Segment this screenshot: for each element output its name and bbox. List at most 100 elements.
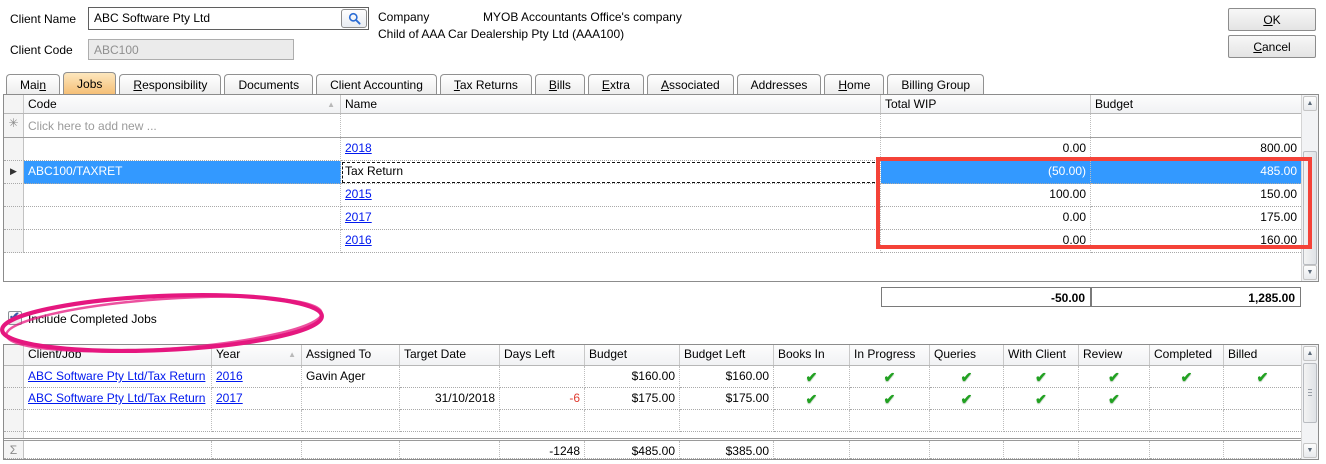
tab-tax-returns[interactable]: Tax Returns (440, 74, 532, 94)
column-header-billed[interactable]: Billed (1224, 345, 1301, 365)
add-new-row[interactable]: ✳ Click here to add new ... (4, 114, 1301, 138)
job-year-link[interactable]: 2015 (345, 187, 372, 201)
client-code-value: ABC100 (94, 43, 139, 57)
scrollbar-thumb[interactable] (1303, 151, 1317, 265)
check-icon: ✔ (1181, 369, 1193, 385)
cancel-button[interactable]: Cancel (1228, 35, 1316, 58)
job-year-link[interactable]: 2017 (345, 210, 372, 224)
checkbox-check-icon: ✔ (9, 309, 20, 325)
tab-client-accounting[interactable]: Client Accounting (316, 74, 437, 94)
scrollbar-thumb[interactable] (1303, 363, 1317, 423)
tab-addresses[interactable]: Addresses (737, 74, 822, 94)
scroll-down-icon[interactable]: ▼ (1303, 265, 1317, 280)
scroll-down-icon[interactable]: ▼ (1303, 443, 1317, 458)
column-header-days-left[interactable]: Days Left (500, 345, 585, 365)
client-name-input[interactable]: ABC Software Pty Ltd (88, 7, 369, 30)
sort-asc-icon: ▲ (288, 350, 296, 359)
thumb-grip (1308, 389, 1312, 397)
column-header-assigned-to[interactable]: Assigned To (302, 345, 400, 365)
client-code-input: ABC100 (88, 39, 294, 60)
company-value: MYOB Accountants Office's company (483, 10, 682, 24)
check-icon: ✔ (806, 391, 818, 407)
tab-jobs[interactable]: Jobs (63, 72, 116, 94)
column-header-books-in[interactable]: Books In (774, 345, 850, 365)
check-icon: ✔ (1035, 391, 1047, 407)
jobs-grid-header: Code▲ Name Total WIP Budget (4, 95, 1301, 114)
check-icon: ✔ (961, 391, 973, 407)
column-header-queries[interactable]: Queries (930, 345, 1004, 365)
check-icon: ✔ (1035, 369, 1047, 385)
new-row-icon: ✳ (4, 114, 24, 137)
budget-total: $485.00 (585, 441, 680, 459)
column-header-in-progress[interactable]: In Progress (850, 345, 930, 365)
check-icon: ✔ (1257, 369, 1269, 385)
column-header-name[interactable]: Name (341, 95, 881, 113)
tab-extra[interactable]: Extra (588, 74, 644, 94)
job-year-link[interactable]: 2016 (345, 233, 372, 247)
tab-responsibility[interactable]: Responsibility (119, 74, 221, 94)
status-grid: Client/Job Year▲ Assigned To Target Date… (3, 344, 1319, 460)
column-header-code[interactable]: Code▲ (24, 95, 341, 113)
table-row[interactable]: 2017 0.00 175.00 (4, 207, 1301, 230)
search-icon (348, 12, 361, 25)
focused-cell[interactable]: Tax Return (341, 161, 881, 184)
table-row[interactable]: 2018 0.00 800.00 (4, 138, 1301, 161)
include-completed-label[interactable]: Include Completed Jobs (28, 312, 157, 326)
tab-documents[interactable]: Documents (224, 74, 313, 94)
tab-bills[interactable]: Bills (535, 74, 585, 94)
status-grid-header: Client/Job Year▲ Assigned To Target Date… (4, 345, 1301, 366)
column-header-with-client[interactable]: With Client (1004, 345, 1079, 365)
column-header-budget-left[interactable]: Budget Left (680, 345, 774, 365)
column-header-completed[interactable]: Completed (1150, 345, 1224, 365)
year-link[interactable]: 2016 (216, 369, 243, 383)
check-icon: ✔ (1108, 369, 1120, 385)
column-header-budget[interactable]: Budget (1091, 95, 1301, 113)
client-name-value: ABC Software Pty Ltd (94, 11, 210, 25)
search-button[interactable] (341, 9, 367, 28)
table-row[interactable]: 2015 100.00 150.00 (4, 184, 1301, 207)
client-window: Client Name ABC Software Pty Ltd Client … (0, 0, 1326, 464)
client-job-link[interactable]: ABC Software Pty Ltd/Tax Return (28, 391, 205, 405)
include-completed-checkbox[interactable]: ✔ (8, 311, 22, 325)
scroll-up-icon[interactable]: ▲ (1303, 96, 1317, 111)
check-icon: ✔ (961, 369, 973, 385)
tab-billing-group[interactable]: Billing Group (887, 74, 984, 94)
company-label: Company (378, 10, 429, 24)
check-icon: ✔ (806, 369, 818, 385)
column-header-budget[interactable]: Budget (585, 345, 680, 365)
add-new-prompt[interactable]: Click here to add new ... (24, 114, 341, 137)
jobs-grid: Code▲ Name Total WIP Budget ✳ Click here… (3, 94, 1319, 282)
days-left-overdue[interactable]: -6 (500, 388, 585, 410)
tab-main[interactable]: Main (6, 74, 60, 94)
year-link[interactable]: 2017 (216, 391, 243, 405)
budget-left-total: $385.00 (680, 441, 774, 459)
scroll-up-icon[interactable]: ▲ (1303, 346, 1317, 361)
company-child-line: Child of AAA Car Dealership Pty Ltd (AAA… (378, 27, 624, 41)
column-header-target-date[interactable]: Target Date (400, 345, 500, 365)
column-header-client-job[interactable]: Client/Job (24, 345, 212, 365)
ok-button[interactable]: OK (1228, 8, 1316, 31)
column-header-year[interactable]: Year▲ (212, 345, 302, 365)
client-name-label: Client Name (10, 12, 76, 26)
table-row[interactable]: ABC Software Pty Ltd/Tax Return 2017 31/… (4, 388, 1301, 410)
client-job-link[interactable]: ABC Software Pty Ltd/Tax Return (28, 369, 205, 383)
client-code-label: Client Code (10, 43, 73, 57)
check-icon: ✔ (884, 369, 896, 385)
status-grid-scrollbar[interactable]: ▲ ▼ (1301, 345, 1318, 459)
current-row-arrow-icon: ▶ (4, 161, 24, 184)
check-icon: ✔ (1108, 391, 1120, 407)
status-grid-totals-row: Σ -1248 $485.00 $385.00 (4, 438, 1301, 459)
tab-home[interactable]: Home (824, 74, 884, 94)
table-row[interactable]: ABC Software Pty Ltd/Tax Return 2016 Gav… (4, 366, 1301, 388)
table-row[interactable]: 2016 0.00 160.00 (4, 230, 1301, 253)
jobs-grid-scrollbar[interactable]: ▲ ▼ (1301, 95, 1318, 281)
column-header-total-wip[interactable]: Total WIP (881, 95, 1091, 113)
header-indicator (4, 95, 24, 113)
job-year-link[interactable]: 2018 (345, 141, 372, 155)
table-row-selected[interactable]: ▶ ABC100/TAXRET Tax Return (50.00) 485.0… (4, 161, 1301, 184)
tab-associated[interactable]: Associated (647, 74, 734, 94)
tab-bar: Main Jobs Responsibility Documents Clien… (6, 73, 1318, 95)
column-header-review[interactable]: Review (1079, 345, 1150, 365)
sort-asc-icon: ▲ (327, 100, 335, 109)
check-icon: ✔ (884, 391, 896, 407)
